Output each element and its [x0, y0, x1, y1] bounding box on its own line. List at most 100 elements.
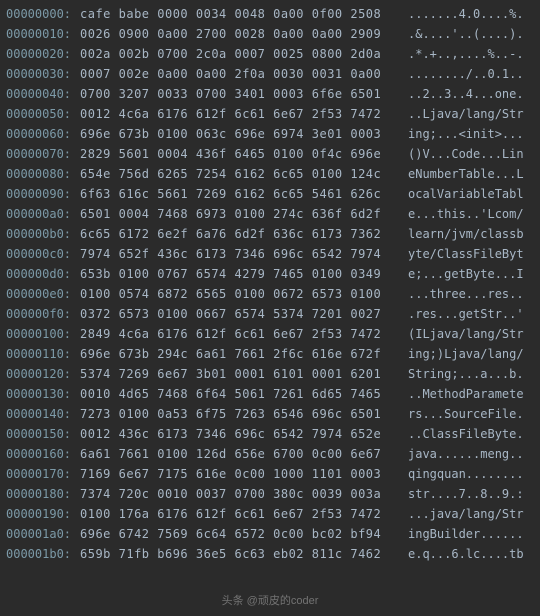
ascii-col: eNumberTable...L	[408, 164, 524, 184]
hex-col: 0700 3207 0033 0700 3401 0003 6f6e 6501	[80, 84, 408, 104]
hex-row: 00000060:696e 673b 0100 063c 696e 6974 3…	[6, 124, 534, 144]
hex-col: 0372 6573 0100 0667 6574 5374 7201 0027	[80, 304, 408, 324]
address-col: 00000170:	[6, 464, 80, 484]
ascii-col: qingquan........	[408, 464, 524, 484]
ascii-col: ()V...Code...Lin	[408, 144, 524, 164]
ascii-col: ...three...res..	[408, 284, 524, 304]
watermark: 头条 @顽皮的coder	[0, 592, 540, 608]
hex-row: 00000020:002a 002b 0700 2c0a 0007 0025 0…	[6, 44, 534, 64]
hex-col: 0012 436c 6173 7346 696c 6542 7974 652e	[80, 424, 408, 444]
hex-col: 6a61 7661 0100 126d 656e 6700 0c00 6e67	[80, 444, 408, 464]
hex-row: 00000070:2829 5601 0004 436f 6465 0100 0…	[6, 144, 534, 164]
hex-row: 00000120:5374 7269 6e67 3b01 0001 6101 0…	[6, 364, 534, 384]
hex-row: 000001a0:696e 6742 7569 6c64 6572 0c00 b…	[6, 524, 534, 544]
ascii-col: ing;...<init>...	[408, 124, 524, 144]
ascii-col: ..Ljava/lang/Str	[408, 104, 524, 124]
address-col: 00000140:	[6, 404, 80, 424]
hex-row: 00000080:654e 756d 6265 7254 6162 6c65 0…	[6, 164, 534, 184]
hex-row: 00000000:cafe babe 0000 0034 0048 0a00 0…	[6, 4, 534, 24]
hex-col: 6c65 6172 6e2f 6a76 6d2f 636c 6173 7362	[80, 224, 408, 244]
hex-col: 002a 002b 0700 2c0a 0007 0025 0800 2d0a	[80, 44, 408, 64]
hex-col: cafe babe 0000 0034 0048 0a00 0f00 2508	[80, 4, 408, 24]
hex-row: 000000f0:0372 6573 0100 0667 6574 5374 7…	[6, 304, 534, 324]
address-col: 00000000:	[6, 4, 80, 24]
hex-col: 6f63 616c 5661 7269 6162 6c65 5461 626c	[80, 184, 408, 204]
address-col: 00000190:	[6, 504, 80, 524]
hex-row: 00000010:0026 0900 0a00 2700 0028 0a00 0…	[6, 24, 534, 44]
hex-row: 00000100:2849 4c6a 6176 612f 6c61 6e67 2…	[6, 324, 534, 344]
address-col: 00000120:	[6, 364, 80, 384]
ascii-col: .......4.0....%.	[408, 4, 524, 24]
hex-row: 000000c0:7974 652f 436c 6173 7346 696c 6…	[6, 244, 534, 264]
hex-col: 654e 756d 6265 7254 6162 6c65 0100 124c	[80, 164, 408, 184]
ascii-col: ..ClassFileByte.	[408, 424, 524, 444]
ascii-col: (ILjava/lang/Str	[408, 324, 524, 344]
address-col: 000001b0:	[6, 544, 80, 564]
ascii-col: e;...getByte...I	[408, 264, 524, 284]
hex-row: 00000140:7273 0100 0a53 6f75 7263 6546 6…	[6, 404, 534, 424]
address-col: 00000130:	[6, 384, 80, 404]
address-col: 00000040:	[6, 84, 80, 104]
hex-row: 00000190:0100 176a 6176 612f 6c61 6e67 2…	[6, 504, 534, 524]
address-col: 000001a0:	[6, 524, 80, 544]
hex-col: 0012 4c6a 6176 612f 6c61 6e67 2f53 7472	[80, 104, 408, 124]
hex-col: 7974 652f 436c 6173 7346 696c 6542 7974	[80, 244, 408, 264]
address-col: 000000a0:	[6, 204, 80, 224]
ascii-col: rs...SourceFile.	[408, 404, 524, 424]
address-col: 00000090:	[6, 184, 80, 204]
ascii-col: e.q...6.lc....tb	[408, 544, 524, 564]
hex-row: 000000a0:6501 0004 7468 6973 0100 274c 6…	[6, 204, 534, 224]
hex-col: 7374 720c 0010 0037 0700 380c 0039 003a	[80, 484, 408, 504]
address-col: 00000100:	[6, 324, 80, 344]
hex-col: 696e 6742 7569 6c64 6572 0c00 bc02 bf94	[80, 524, 408, 544]
hex-row: 00000040:0700 3207 0033 0700 3401 0003 6…	[6, 84, 534, 104]
ascii-col: ......../..0.1..	[408, 64, 524, 84]
address-col: 00000010:	[6, 24, 80, 44]
hex-row: 00000050:0012 4c6a 6176 612f 6c61 6e67 2…	[6, 104, 534, 124]
address-col: 00000030:	[6, 64, 80, 84]
address-col: 00000160:	[6, 444, 80, 464]
ascii-col: java......meng..	[408, 444, 524, 464]
hex-col: 696e 673b 294c 6a61 7661 2f6c 616e 672f	[80, 344, 408, 364]
ascii-col: ...java/lang/Str	[408, 504, 524, 524]
hex-row: 00000110:696e 673b 294c 6a61 7661 2f6c 6…	[6, 344, 534, 364]
ascii-col: yte/ClassFileByt	[408, 244, 524, 264]
hex-col: 7169 6e67 7175 616e 0c00 1000 1101 0003	[80, 464, 408, 484]
ascii-col: str....7..8..9.:	[408, 484, 524, 504]
hex-col: 2849 4c6a 6176 612f 6c61 6e67 2f53 7472	[80, 324, 408, 344]
hex-col: 0007 002e 0a00 0a00 2f0a 0030 0031 0a00	[80, 64, 408, 84]
address-col: 000000e0:	[6, 284, 80, 304]
hex-row: 00000090:6f63 616c 5661 7269 6162 6c65 5…	[6, 184, 534, 204]
hex-row: 000000b0:6c65 6172 6e2f 6a76 6d2f 636c 6…	[6, 224, 534, 244]
ascii-col: ..MethodParamete	[408, 384, 524, 404]
ascii-col: ingBuilder......	[408, 524, 524, 544]
address-col: 00000180:	[6, 484, 80, 504]
ascii-col: .*.+..,....%..-.	[408, 44, 524, 64]
address-col: 00000150:	[6, 424, 80, 444]
hex-col: 659b 71fb b696 36e5 6c63 eb02 811c 7462	[80, 544, 408, 564]
ascii-col: ..2..3..4...one.	[408, 84, 524, 104]
address-col: 000000d0:	[6, 264, 80, 284]
address-col: 00000050:	[6, 104, 80, 124]
address-col: 000000b0:	[6, 224, 80, 244]
address-col: 00000060:	[6, 124, 80, 144]
address-col: 00000020:	[6, 44, 80, 64]
hex-row: 00000160:6a61 7661 0100 126d 656e 6700 0…	[6, 444, 534, 464]
hex-col: 0026 0900 0a00 2700 0028 0a00 0a00 2909	[80, 24, 408, 44]
hex-row: 00000170:7169 6e67 7175 616e 0c00 1000 1…	[6, 464, 534, 484]
hex-col: 696e 673b 0100 063c 696e 6974 3e01 0003	[80, 124, 408, 144]
hex-row: 000000d0:653b 0100 0767 6574 4279 7465 0…	[6, 264, 534, 284]
hex-row: 00000180:7374 720c 0010 0037 0700 380c 0…	[6, 484, 534, 504]
address-col: 000000c0:	[6, 244, 80, 264]
ascii-col: String;...a...b.	[408, 364, 524, 384]
address-col: 000000f0:	[6, 304, 80, 324]
hex-dump-viewer: 00000000:cafe babe 0000 0034 0048 0a00 0…	[0, 0, 540, 568]
ascii-col: ocalVariableTabl	[408, 184, 524, 204]
ascii-col: .&....'..(....).	[408, 24, 524, 44]
hex-col: 7273 0100 0a53 6f75 7263 6546 696c 6501	[80, 404, 408, 424]
address-col: 00000110:	[6, 344, 80, 364]
hex-col: 5374 7269 6e67 3b01 0001 6101 0001 6201	[80, 364, 408, 384]
hex-col: 0100 176a 6176 612f 6c61 6e67 2f53 7472	[80, 504, 408, 524]
hex-row: 000001b0:659b 71fb b696 36e5 6c63 eb02 8…	[6, 544, 534, 564]
hex-col: 6501 0004 7468 6973 0100 274c 636f 6d2f	[80, 204, 408, 224]
